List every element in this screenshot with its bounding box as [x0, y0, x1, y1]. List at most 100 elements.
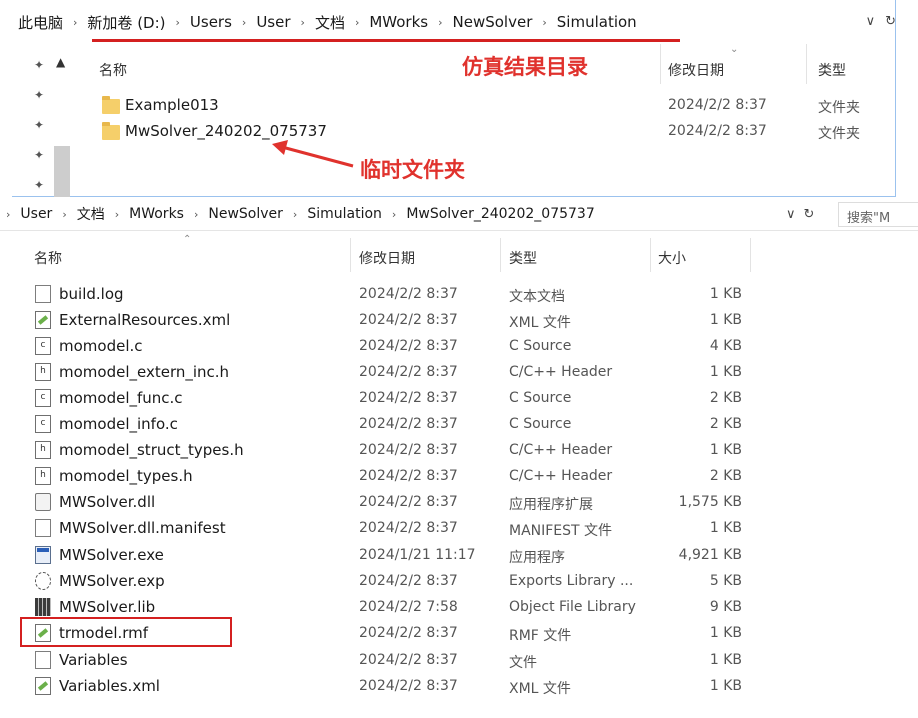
file-type: XML 文件: [509, 681, 571, 697]
scroll-up-icon[interactable]: ▲: [56, 55, 65, 69]
scrollbar-thumb[interactable]: [54, 146, 70, 197]
chevron-right-icon: ›: [73, 15, 78, 29]
refresh-icon[interactable]: ↻: [804, 207, 815, 222]
top-explorer-window: 此电脑 › 新加卷 (D:) › Users › User › 文档 › MWo…: [0, 0, 918, 197]
breadcrumb-simulation[interactable]: Simulation: [303, 206, 386, 222]
file-size: 1 KB: [709, 652, 742, 668]
top-address-bar[interactable]: 此电脑 › 新加卷 (D:) › Users › User › 文档 › MWo…: [0, 0, 918, 44]
file-date: 2024/2/2 8:37: [359, 652, 458, 668]
breadcrumb-users[interactable]: Users: [186, 13, 236, 31]
sort-indicator-icon: ⌃: [183, 234, 192, 245]
chevron-right-icon: ›: [354, 15, 360, 29]
table-row[interactable]: Variables 2024/2/2 8:37 文件 1 KB: [0, 647, 918, 673]
table-row[interactable]: ExternalResources.xml 2024/2/2 8:37 XML …: [0, 307, 918, 333]
table-row[interactable]: MWSolver.exp 2024/2/2 8:37 Exports Libra…: [0, 568, 918, 594]
file-size: 4 KB: [709, 338, 742, 354]
file-size: 1 KB: [709, 312, 742, 328]
breadcrumb-newsolver[interactable]: NewSolver: [449, 13, 537, 31]
file-name: MWSolver.lib: [59, 598, 156, 616]
file-type: 应用程序: [509, 550, 565, 566]
dropdown-icon[interactable]: ∨: [786, 207, 796, 222]
file-type: 文本文档: [509, 289, 565, 305]
chevron-right-icon: ›: [193, 207, 199, 221]
file-name: ExternalResources.xml: [59, 311, 231, 329]
file-date: 2024/2/2 8:37: [359, 364, 458, 380]
table-row[interactable]: c momodel_info.c 2024/2/2 8:37 C Source …: [0, 411, 918, 437]
table-row[interactable]: Variables.xml 2024/2/2 8:37 XML 文件 1 KB: [0, 673, 918, 699]
file-type: RMF 文件: [509, 628, 572, 644]
pin-icon[interactable]: ✦: [34, 118, 44, 132]
breadcrumb-mworks[interactable]: MWorks: [365, 13, 432, 31]
table-row[interactable]: h momodel_struct_types.h 2024/2/2 8:37 C…: [0, 437, 918, 463]
annotation-arrow-icon: [272, 140, 354, 168]
breadcrumb-newsolver[interactable]: NewSolver: [204, 206, 287, 222]
column-header-name[interactable]: 名称: [99, 60, 127, 80]
table-row[interactable]: c momodel_func.c 2024/2/2 8:37 C Source …: [0, 385, 918, 411]
file-type: MANIFEST 文件: [509, 523, 613, 539]
bottom-address-bar[interactable]: › User › 文档 › MWorks › NewSolver › Simul…: [0, 198, 918, 231]
folder-date: 2024/2/2 8:37: [668, 123, 767, 139]
chevron-right-icon: ›: [391, 207, 397, 221]
table-row[interactable]: h momodel_types.h 2024/2/2 8:37 C/C++ He…: [0, 463, 918, 489]
breadcrumb-documents[interactable]: 文档: [311, 12, 349, 33]
breadcrumb-user[interactable]: User: [16, 206, 56, 222]
pin-icon[interactable]: ✦: [34, 88, 44, 102]
text-file-icon: [35, 519, 51, 537]
dll-file-icon: [35, 493, 51, 511]
pin-icon[interactable]: ✦: [34, 178, 44, 192]
breadcrumb-mwsolver-folder[interactable]: MwSolver_240202_075737: [402, 206, 598, 222]
folder-row[interactable]: MwSolver_240202_075737 2024/2/2 8:37 文件夹: [102, 122, 892, 146]
column-divider[interactable]: [806, 44, 807, 84]
chevron-right-icon: ›: [6, 207, 11, 221]
chevron-right-icon: ›: [300, 15, 305, 29]
file-type: C Source: [509, 416, 572, 432]
breadcrumb-drive-d[interactable]: 新加卷 (D:): [83, 12, 169, 33]
file-type: 文件: [509, 655, 537, 671]
exe-file-icon: [35, 546, 51, 564]
breadcrumb-mworks[interactable]: MWorks: [125, 206, 188, 222]
file-size: 9 KB: [709, 599, 742, 615]
file-size: 1,575 KB: [678, 494, 742, 510]
column-header-name[interactable]: 名称: [34, 248, 62, 268]
dropdown-icon[interactable]: ∨: [866, 14, 876, 29]
chevron-right-icon: ›: [175, 15, 180, 29]
sort-indicator-icon: ⌄: [730, 44, 739, 55]
file-size: 2 KB: [709, 468, 742, 484]
file-date: 2024/2/2 7:58: [359, 599, 458, 615]
breadcrumb-user[interactable]: User: [252, 13, 294, 31]
table-row[interactable]: h momodel_extern_inc.h 2024/2/2 8:37 C/C…: [0, 359, 918, 385]
file-type: C Source: [509, 338, 572, 354]
chevron-right-icon: ›: [241, 15, 247, 29]
file-date: 2024/2/2 8:37: [359, 338, 458, 354]
table-row[interactable]: MWSolver.dll 2024/2/2 8:37 应用程序扩展 1,575 …: [0, 489, 918, 515]
folder-icon: [102, 122, 120, 140]
file-date: 2024/2/2 8:37: [359, 625, 458, 641]
header-file-icon: h: [35, 363, 51, 381]
folder-row[interactable]: Example013 2024/2/2 8:37 文件夹: [102, 96, 892, 120]
column-divider[interactable]: [500, 238, 501, 272]
column-divider[interactable]: [750, 238, 751, 272]
breadcrumb-simulation[interactable]: Simulation: [553, 13, 641, 31]
file-name: MWSolver.dll: [59, 493, 156, 511]
breadcrumb-documents[interactable]: 文档: [73, 204, 109, 224]
column-divider[interactable]: [350, 238, 351, 272]
table-row[interactable]: MWSolver.dll.manifest 2024/2/2 8:37 MANI…: [0, 515, 918, 541]
table-row[interactable]: build.log 2024/2/2 8:37 文本文档 1 KB: [0, 281, 918, 307]
column-header-date[interactable]: 修改日期: [359, 248, 415, 268]
table-row[interactable]: MWSolver.exe 2024/1/21 11:17 应用程序 4,921 …: [0, 542, 918, 568]
pin-icon[interactable]: ✦: [34, 148, 44, 162]
column-header-size[interactable]: 大小: [658, 248, 686, 268]
file-name: momodel_func.c: [59, 389, 183, 407]
file-name: momodel_extern_inc.h: [59, 363, 230, 381]
refresh-icon[interactable]: ↻: [885, 14, 896, 29]
search-input[interactable]: 搜索"M: [838, 202, 918, 227]
column-divider[interactable]: [660, 44, 661, 84]
column-header-type[interactable]: 类型: [509, 248, 537, 268]
column-divider[interactable]: [650, 238, 651, 272]
breadcrumb-this-pc[interactable]: 此电脑: [14, 12, 67, 33]
column-header-date[interactable]: 修改日期: [668, 60, 724, 80]
file-type: XML 文件: [509, 315, 571, 331]
table-row[interactable]: c momodel.c 2024/2/2 8:37 C Source 4 KB: [0, 333, 918, 359]
pin-icon[interactable]: ✦: [34, 58, 44, 72]
column-header-type[interactable]: 类型: [818, 60, 846, 80]
